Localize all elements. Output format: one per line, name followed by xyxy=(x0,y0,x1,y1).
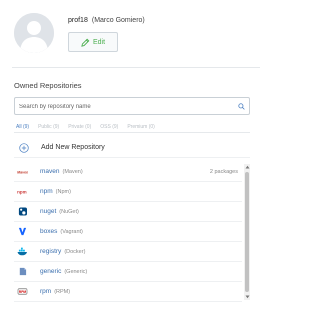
repository-type: (Docker) xyxy=(64,249,86,255)
search-input[interactable] xyxy=(19,101,231,112)
repository-name: nuget (NuGet) xyxy=(40,208,79,215)
repository-type: (Maven) xyxy=(62,169,83,175)
list-item[interactable]: registry (Docker) xyxy=(14,242,242,262)
generic-icon xyxy=(19,267,27,276)
search-box xyxy=(14,97,250,115)
full-name: (Marco Gomiero) xyxy=(91,17,145,24)
repository-type: (RPM) xyxy=(54,289,71,295)
package-count: 2 packages xyxy=(209,169,238,175)
docker-icon xyxy=(17,247,27,256)
svg-text:npm: npm xyxy=(17,189,27,194)
add-repository-label: Add New Repository xyxy=(41,144,105,151)
list-scrollbar[interactable] xyxy=(244,164,250,300)
plus-circle-icon xyxy=(19,143,29,153)
nuget-icon xyxy=(18,207,27,216)
scroll-up-arrow-icon[interactable] xyxy=(244,164,250,170)
section-title: Owned Repositories xyxy=(14,81,82,90)
section-divider xyxy=(12,67,260,68)
edit-profile-button[interactable]: Edit xyxy=(68,32,118,52)
list-item[interactable]: RPM rpm (RPM) xyxy=(14,282,242,302)
npm-icon: npm xyxy=(17,189,27,194)
repository-type: (NuGet) xyxy=(59,209,79,215)
edit-label: Edit xyxy=(92,38,106,46)
user-identity: prof18 (Marco Gomiero) xyxy=(68,17,145,24)
list-item[interactable]: Maven maven (Maven) 2 packages xyxy=(14,162,242,182)
repository-name: maven (Maven) xyxy=(40,168,83,175)
profile-header: prof18 (Marco Gomiero) Edit xyxy=(14,13,264,55)
repository-name: boxes (Vagrant) xyxy=(40,228,83,235)
repository-type: (Vagrant) xyxy=(60,229,83,235)
repository-name: npm (Npm) xyxy=(40,188,71,195)
scrollbar-thumb[interactable] xyxy=(245,172,249,292)
rpm-icon: RPM xyxy=(17,288,28,295)
list-item[interactable]: nuget (NuGet) xyxy=(14,202,242,222)
user-avatar-icon xyxy=(14,13,54,53)
svg-text:RPM: RPM xyxy=(19,290,26,294)
search-icon[interactable] xyxy=(238,103,245,110)
svg-text:Maven: Maven xyxy=(17,170,28,174)
username: prof18 xyxy=(68,17,88,24)
repository-list: Maven maven (Maven) 2 packages npm npm (Np… xyxy=(14,162,250,302)
vagrant-icon xyxy=(18,227,27,236)
add-repository-button[interactable]: Add New Repository xyxy=(14,138,250,158)
repository-name: registry (Docker) xyxy=(40,248,86,255)
list-item[interactable]: npm npm (Npm) xyxy=(14,182,242,202)
avatar xyxy=(14,13,54,53)
maven-icon: Maven xyxy=(17,169,28,174)
repository-type: (Npm) xyxy=(55,189,71,195)
repository-name: generic (Generic) xyxy=(40,268,88,275)
repository-type: (Generic) xyxy=(64,269,88,275)
tabs-divider xyxy=(14,132,250,133)
scroll-down-arrow-icon[interactable] xyxy=(244,294,250,300)
list-item[interactable]: generic (Generic) xyxy=(14,262,242,282)
repository-name: rpm (RPM) xyxy=(40,288,71,295)
pencil-icon xyxy=(81,38,90,47)
list-item[interactable]: boxes (Vagrant) xyxy=(14,222,242,242)
